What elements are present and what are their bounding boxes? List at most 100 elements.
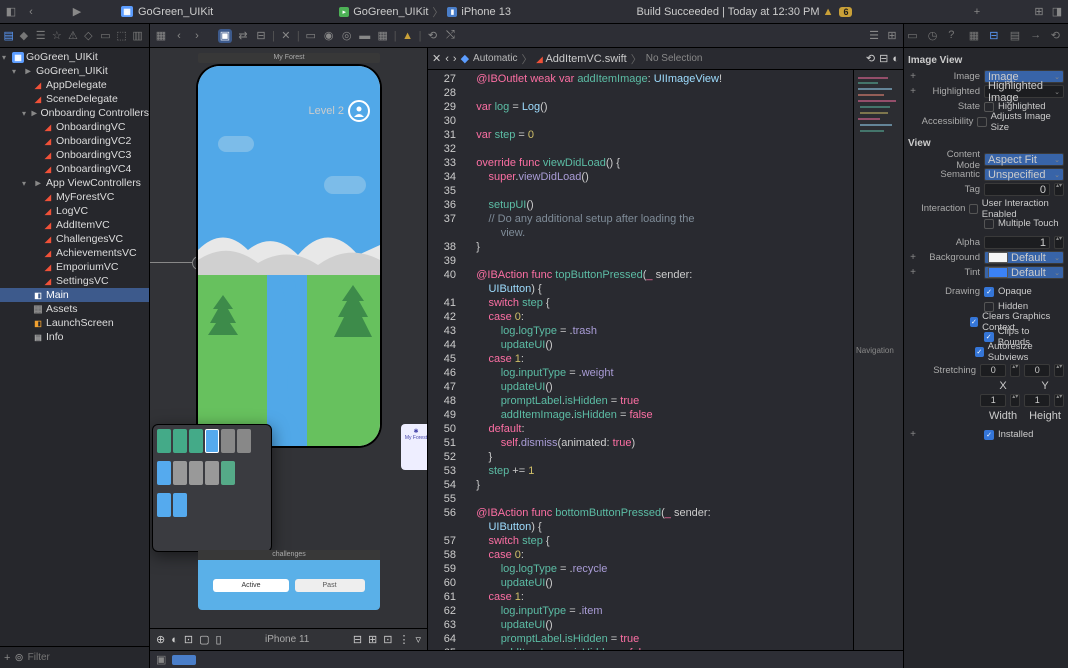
- tree-file[interactable]: ◢EmporiumVC: [0, 260, 149, 274]
- tree-file[interactable]: ◢AddItemVC: [0, 218, 149, 232]
- scene-title-bar[interactable]: My Forest: [198, 53, 380, 63]
- stretch-y[interactable]: 0: [1024, 364, 1050, 377]
- tree-file[interactable]: ◢OnboardingVC3: [0, 148, 149, 162]
- tree-group[interactable]: ▾▸App ViewControllers: [0, 176, 149, 190]
- file-inspector-tab[interactable]: ▭: [907, 29, 921, 43]
- tree-root[interactable]: ▾▦GoGreen_UIKit: [0, 50, 149, 64]
- segue-connector[interactable]: [150, 262, 198, 264]
- canvas-tool-icon[interactable]: ▢: [199, 633, 209, 646]
- canvas-tool-icon[interactable]: ⊞: [368, 633, 377, 646]
- tree-file[interactable]: ◢AchievementsVC: [0, 246, 149, 260]
- add-icon[interactable]: +: [4, 652, 10, 664]
- tree-file-selected[interactable]: ◧Main: [0, 288, 149, 302]
- tree-file[interactable]: ◧LaunchScreen: [0, 316, 149, 330]
- ib-refresh-icon[interactable]: ⟲: [425, 29, 439, 43]
- ib-rect-icon[interactable]: ▬: [358, 29, 372, 43]
- segment-past[interactable]: Past: [295, 579, 365, 592]
- alpha-field[interactable]: 1: [984, 236, 1050, 249]
- tree-file[interactable]: ◢OnboardingVC4: [0, 162, 149, 176]
- canvas-tool-icon[interactable]: ⊡: [184, 633, 193, 646]
- canvas-tool-icon[interactable]: ▯: [216, 633, 222, 646]
- related-icon[interactable]: ◆: [461, 52, 469, 65]
- outline-icon[interactable]: ☰: [867, 29, 881, 43]
- history-inspector-tab[interactable]: ◷: [928, 29, 942, 43]
- tree-file[interactable]: ▦Assets: [0, 302, 149, 316]
- assistant-icon[interactable]: ⊞: [885, 29, 899, 43]
- code-minimap[interactable]: Navigation: [853, 70, 903, 650]
- add-icon[interactable]: +: [908, 429, 918, 440]
- code-editor[interactable]: ✕ ‹ › ◆ Automatic〉 ◢ AddItemVC.swift〉 No…: [428, 48, 903, 650]
- symbol-nav-tab[interactable]: ☰: [36, 29, 49, 42]
- scheme-selector[interactable]: ▸GoGreen_UIKit 〉 ▮iPhone 13: [331, 2, 519, 22]
- refresh-inspector-tab[interactable]: ⟲: [1051, 29, 1065, 43]
- clears-checkbox[interactable]: ✓: [970, 317, 978, 327]
- project-nav-tab[interactable]: ▤: [4, 29, 17, 42]
- content-mode-dropdown[interactable]: Aspect Fit⌄: [984, 153, 1064, 166]
- scene-thumbnail[interactable]: ✱ My Forest: [401, 424, 427, 470]
- scene-challenges-partial[interactable]: challenges Active Past: [198, 550, 380, 610]
- fwd-arrow-icon[interactable]: ›: [190, 29, 204, 43]
- tree-group[interactable]: ▾▸Onboarding Controllers: [0, 106, 149, 120]
- sidebar-toggle-icon[interactable]: ◧: [4, 5, 18, 19]
- minimap-toggle-icon[interactable]: ◐: [892, 53, 899, 65]
- add-icon[interactable]: +: [908, 86, 918, 97]
- report-nav-tab[interactable]: ▥: [132, 29, 145, 42]
- scene-myforest[interactable]: Level 2: [198, 66, 380, 446]
- filter-input[interactable]: [28, 652, 160, 663]
- tree-file[interactable]: ◢SceneDelegate: [0, 92, 149, 106]
- segment-active[interactable]: Active: [213, 579, 288, 592]
- debug-nav-tab[interactable]: ▭: [100, 29, 113, 42]
- debug-toggle-icon[interactable]: ▣: [156, 653, 166, 666]
- add-icon[interactable]: +: [908, 71, 918, 82]
- find-nav-tab[interactable]: ☆: [52, 29, 65, 42]
- ib-align-icon[interactable]: ⊟: [254, 29, 268, 43]
- add-icon[interactable]: +: [908, 267, 918, 278]
- file-crumb[interactable]: ◢ AddItemVC.swift: [537, 53, 627, 65]
- ib-circle1-icon[interactable]: ◉: [322, 29, 336, 43]
- ib-img-icon[interactable]: ▦: [376, 29, 390, 43]
- tree-file[interactable]: ◢LogVC: [0, 204, 149, 218]
- canvas-tool-icon[interactable]: ⊟: [353, 633, 362, 646]
- ib-link-icon[interactable]: ⤭: [443, 29, 457, 43]
- help-inspector-tab[interactable]: ?: [948, 29, 962, 43]
- tree-file[interactable]: ◢MyForestVC: [0, 190, 149, 204]
- ib-circle2-icon[interactable]: ◎: [340, 29, 354, 43]
- bp-nav-tab[interactable]: ⬚: [116, 29, 129, 42]
- back-icon[interactable]: ‹: [445, 53, 449, 65]
- canvas-tool-icon[interactable]: ⋮: [398, 633, 409, 646]
- ib-close-icon[interactable]: ✕: [279, 29, 293, 43]
- library-icon[interactable]: ⊞: [1032, 5, 1046, 19]
- alpha-stepper[interactable]: ▴▾: [1054, 236, 1064, 249]
- tree-file[interactable]: ◢OnboardingVC: [0, 120, 149, 134]
- tree-file[interactable]: ◢OnboardingVC2: [0, 134, 149, 148]
- attributes-inspector-tab[interactable]: ⊟: [989, 29, 1003, 43]
- canvas-tool-icon[interactable]: ⊕: [156, 633, 165, 646]
- run-icon[interactable]: ▶: [70, 5, 84, 19]
- canvas-tool-icon[interactable]: ▿: [415, 633, 421, 646]
- issue-nav-tab[interactable]: ⚠: [68, 29, 81, 42]
- highlighted-dropdown[interactable]: Highlighted Image⌄: [984, 85, 1064, 98]
- size-inspector-tab[interactable]: ▤: [1010, 29, 1024, 43]
- code-text[interactable]: @IBOutlet weak var addItemImage: UIImage…: [464, 70, 853, 650]
- stretch-w[interactable]: 1: [980, 394, 1006, 407]
- add-tab-icon[interactable]: +: [970, 5, 984, 19]
- tag-field[interactable]: 0: [984, 183, 1050, 196]
- inspector-toggle-icon[interactable]: ◨: [1050, 5, 1064, 19]
- ib-warn-icon[interactable]: ▲: [401, 29, 415, 43]
- accessibility-checkbox[interactable]: [977, 117, 986, 127]
- autoresize-checkbox[interactable]: ✓: [975, 347, 984, 357]
- storyboard-canvas[interactable]: My Forest Level 2: [150, 48, 428, 650]
- back-icon[interactable]: ‹: [24, 5, 38, 19]
- identity-inspector-tab[interactable]: ▦: [969, 29, 983, 43]
- opaque-checkbox[interactable]: ✓: [984, 287, 994, 297]
- tag-stepper[interactable]: ▴▾: [1054, 183, 1064, 196]
- installed-checkbox[interactable]: ✓: [984, 430, 994, 440]
- line-gutter[interactable]: 2728293031323334353637383940414243444546…: [428, 70, 464, 650]
- connections-inspector-tab[interactable]: →: [1030, 29, 1044, 43]
- device-selector[interactable]: iPhone 11: [228, 634, 347, 645]
- tree-file[interactable]: ▤Info: [0, 330, 149, 344]
- tree-file[interactable]: ◢ChallengesVC: [0, 232, 149, 246]
- ib-adjust-icon[interactable]: ⇄: [236, 29, 250, 43]
- back-arrow-icon[interactable]: ‹: [172, 29, 186, 43]
- minimap-popover[interactable]: [152, 424, 272, 552]
